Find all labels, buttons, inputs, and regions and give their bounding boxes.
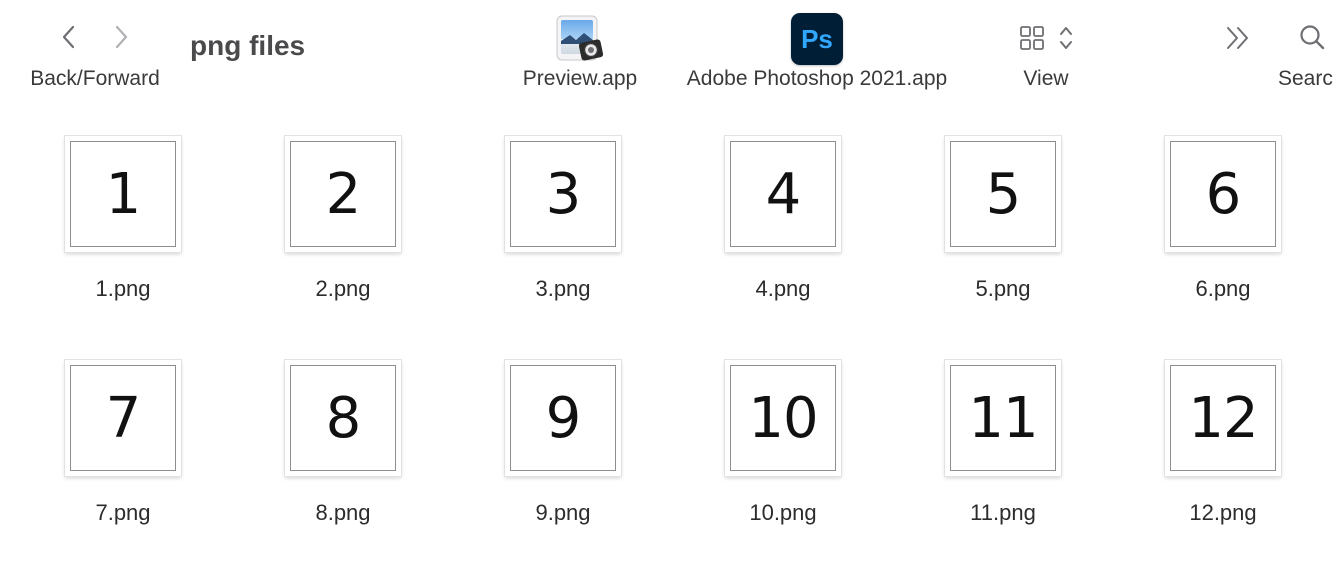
file-name: 11.png — [970, 500, 1036, 525]
file-name: 12.png — [1189, 500, 1257, 525]
thumbnail-number: 5 — [950, 141, 1056, 247]
file-thumbnail: 1 — [65, 136, 181, 252]
grid-view-icon — [1020, 26, 1072, 50]
view-label: View — [1023, 67, 1069, 90]
file-name: 7.png — [95, 500, 151, 525]
file-item[interactable]: 2 2.png — [249, 112, 429, 312]
preview-app-icon — [556, 15, 604, 61]
file-thumbnail: 8 — [285, 360, 401, 476]
file-item[interactable]: 7 7.png — [29, 336, 209, 536]
thumbnail-number: 2 — [290, 141, 396, 247]
double-chevron-right-icon — [1227, 27, 1248, 49]
file-item[interactable]: 6 6.png — [1129, 112, 1309, 312]
thumbnail-number: 1 — [70, 141, 176, 247]
back-forward-label: Back/Forward — [30, 67, 160, 90]
search-label: Searc — [1278, 67, 1333, 90]
photoshop-app-button[interactable]: Ps — [791, 13, 843, 65]
thumbnail-number: 7 — [70, 365, 176, 471]
file-name: 1.png — [95, 276, 151, 301]
file-thumbnail: 3 — [505, 136, 621, 252]
finder-window: Back/Forward png files Preview.app Ps Ad… — [0, 0, 1336, 562]
file-item[interactable]: 4 4.png — [689, 112, 869, 312]
file-thumbnail: 12 — [1165, 360, 1281, 476]
file-name: 8.png — [315, 500, 371, 525]
file-name: 5.png — [975, 276, 1031, 301]
chevron-right-icon — [115, 25, 128, 49]
thumbnail-number: 8 — [290, 365, 396, 471]
back-button[interactable] — [54, 22, 84, 52]
chevron-left-icon — [62, 25, 75, 49]
file-thumbnail: 2 — [285, 136, 401, 252]
view-button[interactable] — [1018, 22, 1080, 54]
photoshop-app-label: Adobe Photoshop 2021.app — [686, 67, 948, 90]
file-name: 4.png — [755, 276, 811, 301]
thumbnail-number: 10 — [730, 365, 836, 471]
file-grid: 1 1.png 2 2.png 3 3.png 4 4.png 5 5.png … — [0, 108, 1336, 562]
file-item[interactable]: 3 3.png — [469, 112, 649, 312]
thumbnail-number: 3 — [510, 141, 616, 247]
file-thumbnail: 10 — [725, 360, 841, 476]
file-item[interactable]: 11 11.png — [909, 336, 1089, 536]
thumbnail-number: 4 — [730, 141, 836, 247]
file-item[interactable]: 9 9.png — [469, 336, 649, 536]
forward-button[interactable] — [106, 22, 136, 52]
file-name: 9.png — [535, 500, 591, 525]
file-item[interactable]: 5 5.png — [909, 112, 1089, 312]
file-thumbnail: 4 — [725, 136, 841, 252]
more-toolbar-items-button[interactable] — [1222, 22, 1254, 54]
file-item[interactable]: 8 8.png — [249, 336, 429, 536]
thumbnail-number: 9 — [510, 365, 616, 471]
file-name: 6.png — [1195, 276, 1251, 301]
folder-title: png files — [190, 30, 306, 61]
file-item[interactable]: 10 10.png — [689, 336, 869, 536]
search-icon — [1300, 25, 1325, 50]
file-name: 10.png — [749, 500, 817, 525]
photoshop-app-icon: Ps — [791, 13, 843, 65]
file-thumbnail: 11 — [945, 360, 1061, 476]
file-thumbnail: 9 — [505, 360, 621, 476]
preview-app-button[interactable] — [554, 13, 606, 65]
thumbnail-number: 11 — [950, 365, 1056, 471]
file-thumbnail: 5 — [945, 136, 1061, 252]
toolbar: Back/Forward png files Preview.app Ps Ad… — [0, 0, 1336, 108]
file-name: 3.png — [535, 276, 591, 301]
search-button[interactable] — [1296, 22, 1328, 54]
file-name: 2.png — [315, 276, 371, 301]
preview-app-label: Preview.app — [522, 67, 638, 90]
thumbnail-number: 12 — [1170, 365, 1276, 471]
thumbnail-number: 6 — [1170, 141, 1276, 247]
file-thumbnail: 6 — [1165, 136, 1281, 252]
file-item[interactable]: 1 1.png — [29, 112, 209, 312]
file-item[interactable]: 12 12.png — [1129, 336, 1309, 536]
file-thumbnail: 7 — [65, 360, 181, 476]
